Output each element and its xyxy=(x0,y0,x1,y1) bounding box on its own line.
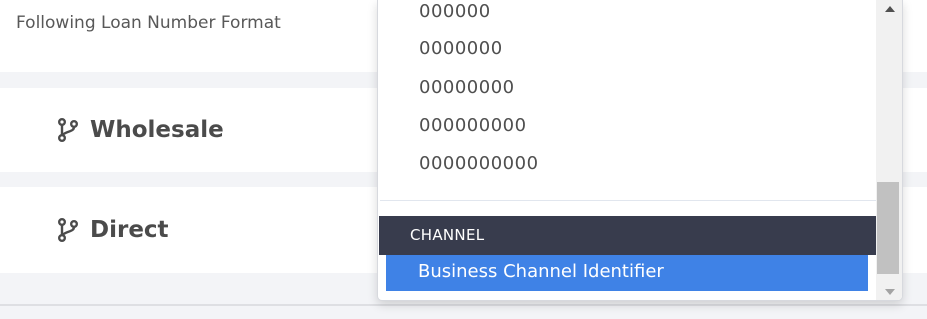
scroll-up-arrow-icon[interactable] xyxy=(876,0,902,18)
branch-icon xyxy=(56,217,80,243)
dropdown-option[interactable]: 000000 xyxy=(419,1,491,22)
dropdown-option[interactable]: 00000000 xyxy=(419,77,515,98)
dropdown-option-highlighted[interactable]: Business Channel Identifier xyxy=(386,255,868,291)
scrollbar-thumb[interactable] xyxy=(877,182,899,274)
dropdown-option[interactable]: 000000000 xyxy=(419,115,527,136)
group-header-label: CHANNEL xyxy=(410,226,485,244)
channel-title-wholesale: Wholesale xyxy=(56,117,224,143)
loan-format-dropdown[interactable]: 000000 0000000 00000000 000000000 000000… xyxy=(377,0,903,301)
dropdown-option[interactable]: 0000000000 xyxy=(419,153,539,174)
channel-name-direct: Direct xyxy=(90,217,169,243)
divider-line xyxy=(0,304,927,306)
scroll-down-arrow-icon[interactable] xyxy=(876,283,902,300)
highlighted-option-label: Business Channel Identifier xyxy=(418,261,664,282)
option-divider xyxy=(380,200,876,201)
dropdown-option[interactable]: 0000000 xyxy=(419,38,503,59)
channel-title-direct: Direct xyxy=(56,217,169,243)
loan-number-format-label: Following Loan Number Format xyxy=(16,13,281,33)
branch-icon xyxy=(56,117,80,143)
dropdown-scrollbar[interactable] xyxy=(876,0,902,300)
group-header-channel: CHANNEL xyxy=(379,216,876,255)
channel-name-wholesale: Wholesale xyxy=(90,117,224,143)
